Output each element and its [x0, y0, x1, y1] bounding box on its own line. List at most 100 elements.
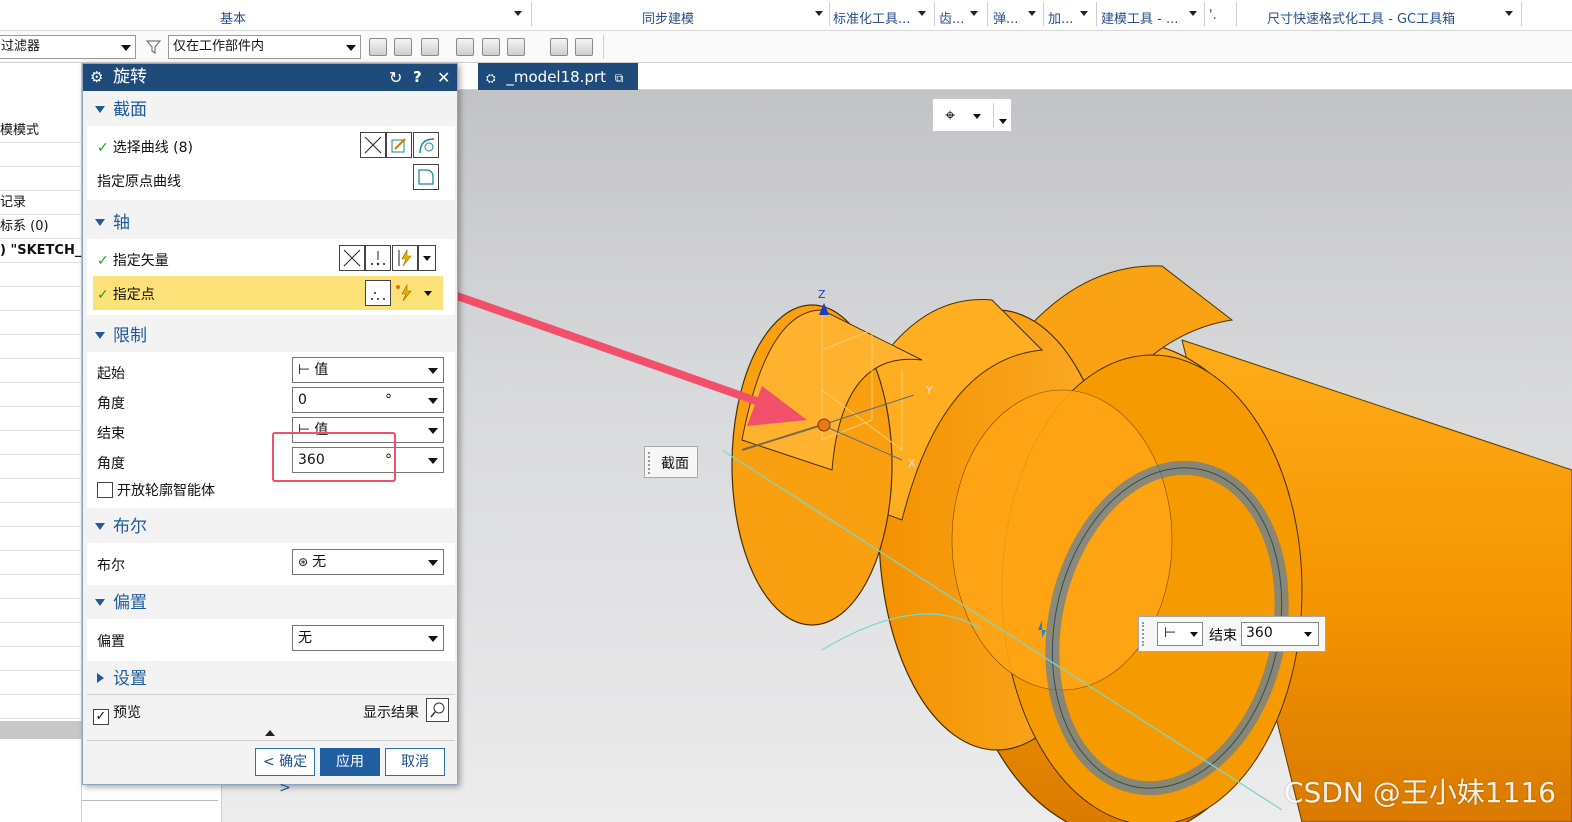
navigator-scrollbar[interactable]: [0, 721, 82, 739]
reset-icon[interactable]: ↻: [389, 64, 402, 91]
navigator-row[interactable]: [0, 647, 82, 671]
filter-icon[interactable]: [145, 39, 162, 55]
navigator-row[interactable]: [0, 479, 82, 503]
start-angle-input[interactable]: 0 °: [292, 387, 444, 413]
cube-icon[interactable]: [550, 38, 568, 56]
navigator-row[interactable]: [0, 695, 82, 719]
component-select-icon[interactable]: [507, 38, 525, 56]
offset-group-header[interactable]: 偏置: [87, 588, 455, 618]
navigator-row[interactable]: [0, 671, 82, 695]
chevron-down-icon[interactable]: [1080, 11, 1088, 16]
navigator-row[interactable]: [0, 311, 82, 335]
chevron-down-icon[interactable]: [1189, 11, 1197, 16]
open-profile-checkbox[interactable]: [97, 482, 113, 498]
navigator-row[interactable]: [0, 383, 82, 407]
navigator-row[interactable]: [0, 287, 82, 311]
collapse-chevron-icon[interactable]: [265, 730, 275, 736]
crosshair-icon[interactable]: ⌖: [945, 105, 955, 126]
drag-handle[interactable]: [1142, 622, 1146, 646]
ribbon-group-basic[interactable]: 基本: [220, 8, 246, 27]
ribbon-group-gear[interactable]: 齿...: [939, 8, 964, 27]
navigator-row[interactable]: [0, 167, 82, 191]
ribbon-group-modeling-tools[interactable]: 建模工具 - ...: [1101, 8, 1178, 27]
select-curve-row[interactable]: ✓ 选择曲线 (8): [97, 137, 193, 157]
show-result-button[interactable]: [426, 698, 449, 722]
vector-dialog-button[interactable]: [365, 245, 391, 271]
ribbon-group-add[interactable]: 加...: [1048, 8, 1073, 27]
inferred-vector-button[interactable]: [392, 245, 418, 271]
navigator-row[interactable]: [0, 599, 82, 623]
navigator-row[interactable]: [0, 527, 82, 551]
end-limit-type-select[interactable]: ⊢: [1157, 622, 1203, 646]
close-icon[interactable]: ✕: [437, 64, 450, 91]
navigator-row[interactable]: [0, 551, 82, 575]
end-limit-value-input[interactable]: 360: [1241, 622, 1319, 646]
navigator-row[interactable]: [0, 359, 82, 383]
chevron-down-icon[interactable]: [1028, 11, 1036, 16]
start-limit-select[interactable]: ⊢ 值: [292, 357, 444, 383]
vector-type-dropdown[interactable]: [418, 245, 436, 271]
origin-curve-button[interactable]: [413, 164, 439, 190]
inferred-point-button[interactable]: [392, 280, 418, 306]
ok-button[interactable]: < 确定 >: [255, 748, 315, 796]
section-group-header[interactable]: 截面: [87, 95, 455, 125]
solid-cube-icon[interactable]: [575, 38, 593, 56]
navigator-row[interactable]: [0, 143, 82, 167]
preview-checkbox[interactable]: ✓: [93, 709, 109, 725]
navigator-row[interactable]: [0, 263, 82, 287]
chevron-down-icon[interactable]: [1505, 11, 1513, 16]
limits-group-header[interactable]: 限制: [87, 321, 455, 351]
navigator-row[interactable]: [0, 407, 82, 431]
navigator-row[interactable]: [0, 623, 82, 647]
boolean-select[interactable]: ⊛ 无: [292, 549, 444, 575]
chevron-down-icon[interactable]: [973, 114, 981, 119]
drag-handle[interactable]: [648, 452, 652, 474]
navigator-row[interactable]: [0, 455, 82, 479]
specify-vector-row[interactable]: ✓ 指定矢量: [97, 250, 169, 270]
reverse-vector-button[interactable]: [339, 245, 365, 271]
chevron-down-icon[interactable]: [815, 11, 823, 16]
axis-group-header[interactable]: 轴: [87, 208, 455, 238]
select-intent-icon[interactable]: [421, 38, 439, 56]
deselect-curve-button[interactable]: [360, 132, 386, 158]
apply-button[interactable]: 应用: [320, 748, 380, 776]
chevron-down-icon[interactable]: [424, 291, 432, 296]
navigator-row[interactable]: [0, 431, 82, 455]
chevron-down-icon[interactable]: [999, 119, 1007, 124]
boolean-group-header[interactable]: 布尔: [87, 512, 455, 542]
section-callout[interactable]: 截面: [644, 446, 698, 478]
ribbon-group-more[interactable]: '.: [1209, 8, 1217, 23]
navigator-row-mode[interactable]: 模模式: [0, 119, 82, 143]
navigator-row[interactable]: [0, 575, 82, 599]
body-select-icon[interactable]: [482, 38, 500, 56]
navigator-row-history[interactable]: 记录: [0, 191, 82, 215]
chevron-down-icon[interactable]: [970, 11, 978, 16]
navigator-row[interactable]: [0, 335, 82, 359]
settings-group-header[interactable]: 设置: [87, 664, 455, 694]
point-dialog-button[interactable]: [365, 280, 391, 306]
selection-scope-select[interactable]: 仅在工作部件内: [168, 35, 361, 59]
select-all-icon[interactable]: [369, 38, 387, 56]
navigator-row-sketch[interactable]: ) "SKETCH_: [0, 239, 82, 263]
chevron-down-icon[interactable]: [514, 11, 522, 16]
ribbon-group-spring[interactable]: 弹...: [993, 8, 1018, 27]
snap-point-icon[interactable]: [394, 38, 412, 56]
offset-select[interactable]: 无: [292, 625, 444, 651]
specify-point-row[interactable]: ✓ 指定点: [93, 276, 443, 310]
preview-row[interactable]: ✓ 预览: [93, 702, 141, 725]
dialog-title-bar[interactable]: ⚙ 旋转 ↻ ? ✕: [83, 64, 457, 91]
help-icon[interactable]: ?: [413, 64, 422, 91]
cancel-button[interactable]: 取消: [385, 748, 445, 776]
sketch-section-button[interactable]: [386, 132, 412, 158]
tab-menu-icon[interactable]: ⧉: [615, 71, 624, 85]
curve-selection-button[interactable]: [413, 132, 439, 158]
open-profile-row[interactable]: 开放轮廓智能体: [97, 480, 215, 500]
navigator-row[interactable]: [0, 503, 82, 527]
type-filter-select[interactable]: 过滤器: [0, 35, 136, 59]
tab-model18[interactable]: ⛭ _model18.prt ⧉ ✕: [478, 63, 638, 115]
ribbon-group-sync-modeling[interactable]: 同步建模: [642, 8, 694, 27]
navigator-row-csys[interactable]: 标系 (0): [0, 215, 82, 239]
ribbon-group-standard-tools[interactable]: 标准化工具...: [833, 8, 910, 27]
chevron-down-icon[interactable]: [918, 11, 926, 16]
feature-select-icon[interactable]: [456, 38, 474, 56]
